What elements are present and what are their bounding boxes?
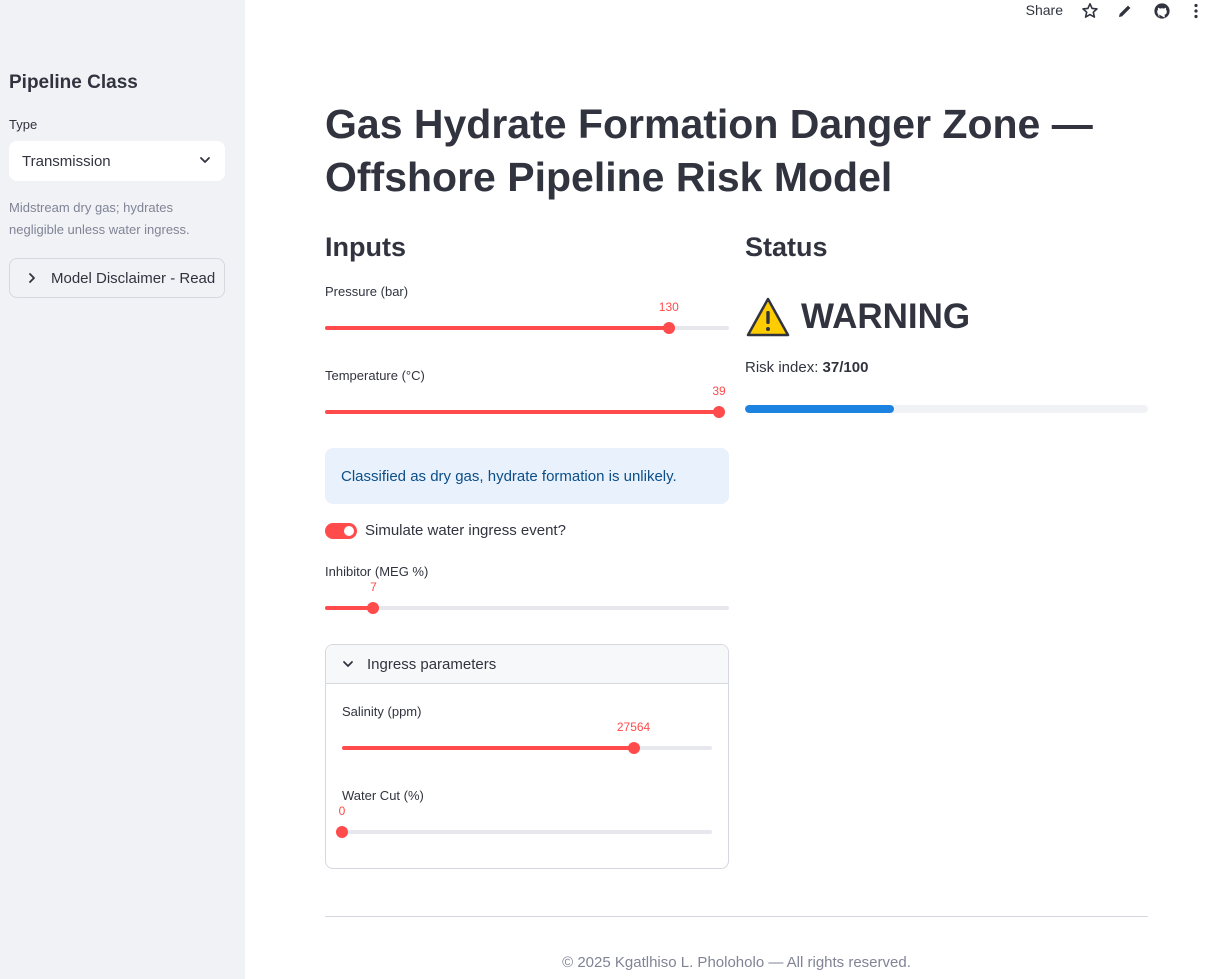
footer-divider [325,916,1148,917]
water-cut-label: Water Cut (%) [342,788,424,803]
water-ingress-label: Simulate water ingress event? [365,522,566,539]
risk-value: 37/100 [822,359,869,376]
slider-thumb[interactable] [713,406,725,418]
slider-value: 39 [712,384,726,398]
disclaimer-label: Model Disclaimer - Read [51,269,216,287]
risk-progress-fill [745,405,895,413]
temperature-slider[interactable]: 39 [325,384,726,422]
temperature-label: Temperature (°C) [325,368,425,383]
ingress-expander: Ingress parameters Salinity (ppm) 27564 … [325,644,729,869]
slider-thumb[interactable] [367,602,380,614]
slider-fill [325,606,374,610]
slider-value: 130 [658,300,679,314]
water-cut-slider[interactable]: 0 [336,804,712,842]
risk-label: Risk index: [745,359,823,376]
type-help-text: Midstream dry gas; hydrates negligible u… [9,200,190,237]
risk-index: Risk index: 37/100 [745,359,868,376]
slider-value: 7 [370,580,377,594]
type-label: Type [9,117,38,132]
status-level: WARNING [801,297,971,336]
slider-fill [325,410,719,414]
risk-progress-bar [745,405,1148,413]
slider-value: 27564 [616,720,651,734]
warning-icon [746,297,790,337]
info-alert: Classified as dry gas, hydrate formation… [325,448,729,504]
pencil-icon[interactable] [1116,2,1134,20]
sidebar: Pipeline Class Type Transmission Midstre… [0,0,245,979]
github-icon[interactable] [1153,2,1171,20]
chevron-down-icon [200,157,210,163]
inhibitor-slider[interactable]: 7 [325,580,729,618]
ingress-expander-header[interactable]: Ingress parameters [326,645,728,684]
inputs-heading: Inputs [325,232,406,262]
slider-track [325,606,729,610]
slider-value: 0 [338,804,346,818]
chevron-right-icon [29,273,35,283]
status-heading: Status [745,232,828,262]
disclaimer-expander[interactable]: Model Disclaimer - Read [9,258,225,298]
footer-text: © 2025 Kgatlhiso L. Pholoholo — All righ… [562,954,911,971]
star-icon[interactable] [1081,2,1099,20]
salinity-slider[interactable]: 27564 [342,720,712,758]
salinity-label: Salinity (ppm) [342,704,422,719]
type-select-value: Transmission [22,152,111,170]
inhibitor-label: Inhibitor (MEG %) [325,564,429,579]
slider-fill [342,746,634,750]
more-vertical-icon[interactable] [1187,2,1205,20]
slider-thumb[interactable] [336,826,348,838]
toggle-knob [344,526,354,536]
page-title: Gas Hydrate Formation Danger Zone — Offs… [325,101,1093,200]
pressure-slider[interactable]: 130 [325,300,729,338]
slider-thumb[interactable] [627,742,640,754]
sidebar-title: Pipeline Class [9,72,138,93]
slider-track [342,830,712,834]
ingress-heading: Ingress parameters [367,655,497,673]
water-ingress-toggle[interactable] [325,523,357,539]
info-message: Classified as dry gas, hydrate formation… [341,467,677,485]
slider-fill [325,326,669,330]
type-select[interactable]: Transmission [9,141,225,181]
slider-thumb[interactable] [662,322,675,334]
share-button[interactable]: Share [1026,2,1063,18]
pressure-label: Pressure (bar) [325,284,409,299]
status-indicator: WARNING [745,296,970,338]
chevron-down-icon [343,661,353,667]
